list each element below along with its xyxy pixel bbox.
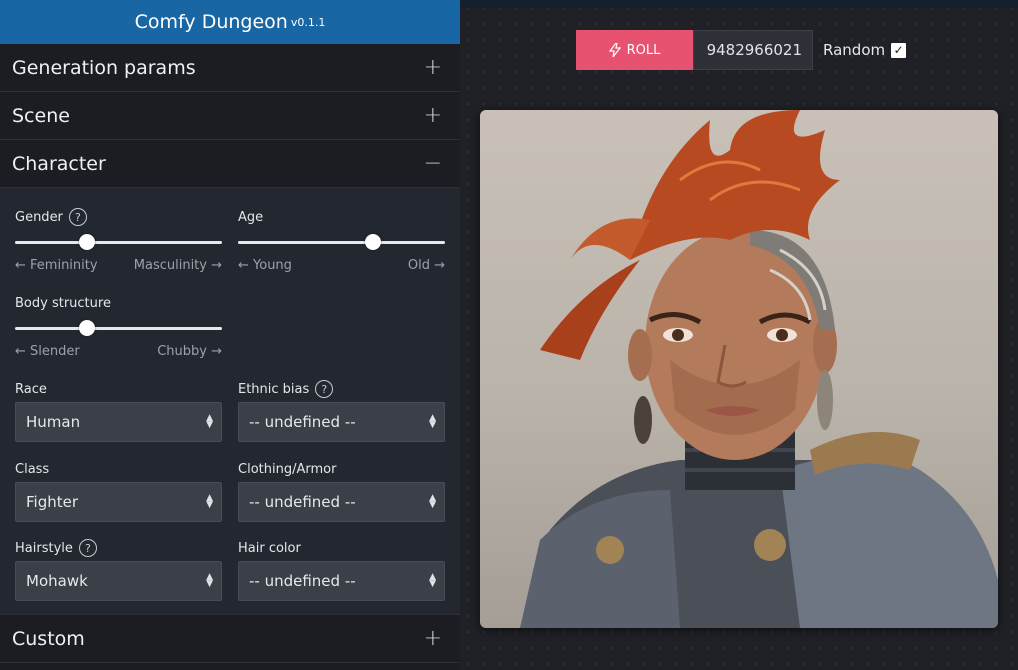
random-label: Random xyxy=(823,41,886,59)
body-structure-slider[interactable] xyxy=(15,320,222,336)
portrait-illustration xyxy=(520,110,998,628)
hairstyle-label: Hairstyle ? xyxy=(15,539,222,557)
age-field: Age ← Young Old → xyxy=(238,208,445,273)
race-label: Race xyxy=(15,381,47,397)
roll-button[interactable]: ROLL xyxy=(576,30,693,70)
age-slider-labels: ← Young Old → xyxy=(238,258,445,273)
generated-portrait-image xyxy=(480,110,998,628)
gender-slider-labels: ← Femininity Masculinity → xyxy=(15,258,222,273)
section-label: Character xyxy=(12,152,106,175)
section-generation-params[interactable]: Generation params + xyxy=(0,44,460,92)
lightning-icon xyxy=(608,43,621,57)
roll-label: ROLL xyxy=(626,42,661,58)
hair-color-select[interactable]: -- undefined -- ▲ ▼ xyxy=(238,561,445,601)
section-custom[interactable]: Custom + xyxy=(0,615,460,663)
app-version: v0.1.1 xyxy=(290,15,326,29)
hairstyle-field: Hairstyle ? Mohawk ▲ ▼ xyxy=(15,539,222,601)
expand-icon[interactable]: + xyxy=(424,55,442,80)
select-arrows-icon: ▲ ▼ xyxy=(429,572,436,589)
ethnic-bias-field: Ethnic bias ? -- undefined -- ▲ ▼ xyxy=(238,380,445,442)
gender-slider-thumb[interactable] xyxy=(79,234,96,250)
select-arrows-icon: ▲ ▼ xyxy=(429,413,436,430)
main-canvas: ROLL 9482966021 Random ✓ xyxy=(460,0,1018,670)
roll-controls: ROLL 9482966021 Random ✓ xyxy=(576,30,907,70)
section-scene[interactable]: Scene + xyxy=(0,92,460,140)
race-field: Race Human ▲ ▼ xyxy=(15,380,222,442)
section-label: Generation params xyxy=(12,56,196,79)
seed-input[interactable]: 9482966021 xyxy=(693,30,813,70)
body-structure-field: Body structure ← Slender Chubby → xyxy=(15,294,222,359)
clothing-label: Clothing/Armor xyxy=(238,461,337,477)
gender-label: Gender ? xyxy=(15,208,222,226)
clothing-field: Clothing/Armor -- undefined -- ▲ ▼ xyxy=(238,460,445,522)
sidebar: Comfy Dungeon v0.1.1 Generation params +… xyxy=(0,0,460,670)
help-icon[interactable]: ? xyxy=(315,380,334,398)
section-label: Custom xyxy=(12,627,85,650)
select-arrows-icon: ▲ ▼ xyxy=(206,572,213,589)
ethnic-bias-select[interactable]: -- undefined -- ▲ ▼ xyxy=(238,402,445,442)
age-slider[interactable] xyxy=(238,234,445,250)
help-icon[interactable]: ? xyxy=(78,539,97,557)
help-icon[interactable]: ? xyxy=(68,208,87,226)
body-structure-slider-labels: ← Slender Chubby → xyxy=(15,344,222,359)
class-label: Class xyxy=(15,461,50,477)
random-checkbox[interactable]: ✓ xyxy=(891,42,907,58)
gender-field: Gender ? ← Femininity Masculinity → xyxy=(15,208,222,273)
hair-color-field: Hair color -- undefined -- ▲ ▼ xyxy=(238,539,445,601)
gender-slider[interactable] xyxy=(15,234,222,250)
character-panel: Gender ? ← Femininity Masculinity → Age … xyxy=(0,188,460,615)
collapse-icon[interactable]: − xyxy=(424,151,442,176)
age-label: Age xyxy=(238,209,264,225)
clothing-select[interactable]: -- undefined -- ▲ ▼ xyxy=(238,482,445,522)
main-topbar xyxy=(460,0,1018,8)
hairstyle-select[interactable]: Mohawk ▲ ▼ xyxy=(15,561,222,601)
class-field: Class Fighter ▲ ▼ xyxy=(15,460,222,522)
app-title: Comfy Dungeon xyxy=(134,11,288,33)
random-toggle[interactable]: Random ✓ xyxy=(823,41,907,59)
section-label: Scene xyxy=(12,104,70,127)
class-select[interactable]: Fighter ▲ ▼ xyxy=(15,482,222,522)
body-structure-slider-thumb[interactable] xyxy=(79,320,96,336)
hair-color-label: Hair color xyxy=(238,540,301,556)
age-slider-thumb[interactable] xyxy=(364,234,381,250)
ethnic-bias-label: Ethnic bias ? xyxy=(238,380,445,398)
section-character[interactable]: Character − xyxy=(0,140,460,188)
select-arrows-icon: ▲ ▼ xyxy=(206,413,213,430)
body-structure-label: Body structure xyxy=(15,295,111,311)
select-arrows-icon: ▲ ▼ xyxy=(429,493,436,510)
select-arrows-icon: ▲ ▼ xyxy=(206,493,213,510)
race-select[interactable]: Human ▲ ▼ xyxy=(15,402,222,442)
expand-icon[interactable]: + xyxy=(424,626,442,651)
expand-icon[interactable]: + xyxy=(424,103,442,128)
app-header: Comfy Dungeon v0.1.1 xyxy=(0,0,460,44)
